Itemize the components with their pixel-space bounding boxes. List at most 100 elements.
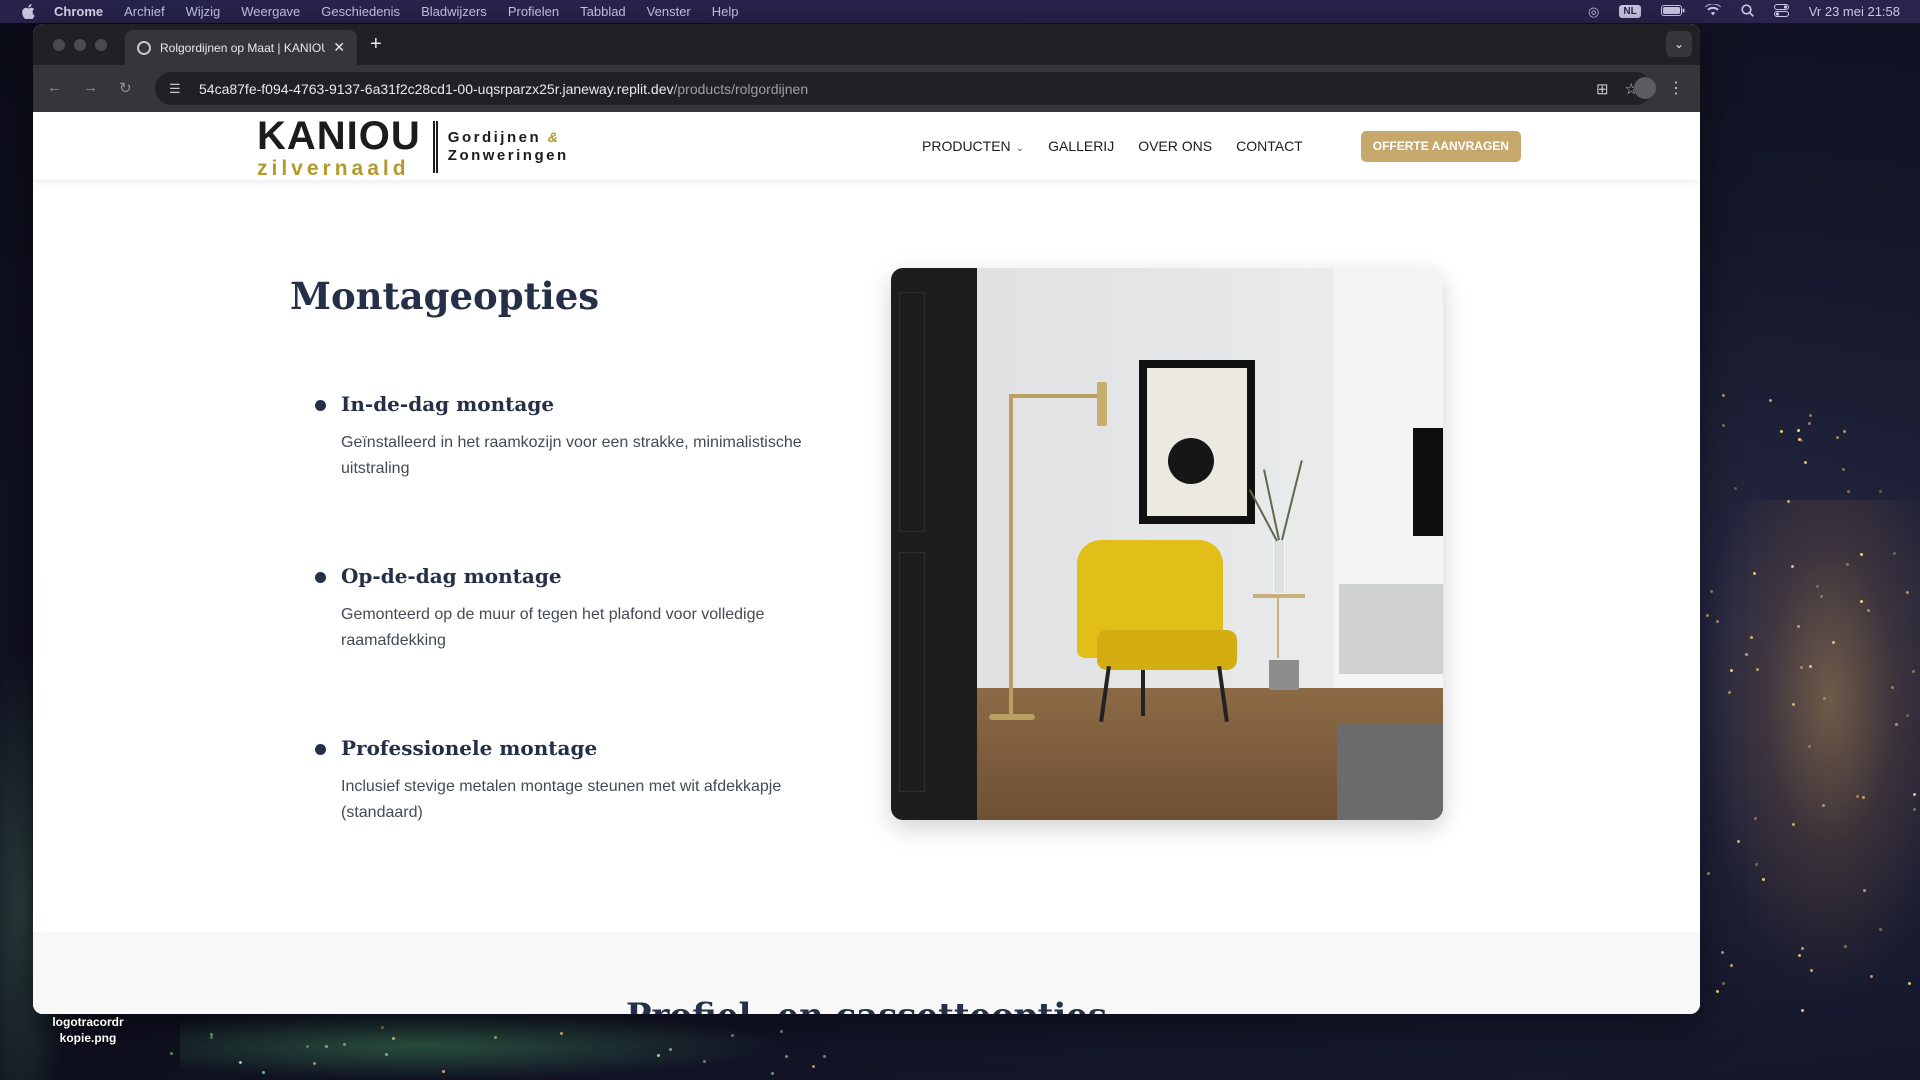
city-light-dot — [170, 1051, 174, 1055]
city-light-dot — [1780, 430, 1784, 434]
mounting-option: Professionele montage Inclusief stevige … — [315, 736, 835, 826]
spotlight-search-icon[interactable] — [1741, 3, 1754, 20]
city-light-dot — [1862, 888, 1866, 892]
menu-archief[interactable]: Archief — [124, 4, 164, 19]
city-light-dot — [1750, 635, 1754, 639]
nav-about[interactable]: OVER ONS — [1138, 138, 1212, 154]
option-title: In-de-dag montage — [341, 392, 555, 416]
menu-geschiedenis[interactable]: Geschiedenis — [321, 4, 400, 19]
zoom-window-button[interactable] — [95, 39, 107, 51]
close-window-button[interactable] — [53, 39, 65, 51]
main-nav: PRODUCTEN ⌄ GALLERIJ OVER ONS CONTACT OFF… — [922, 112, 1521, 180]
site-settings-icon[interactable]: ☰ — [169, 81, 185, 97]
menu-weergave[interactable]: Weergave — [241, 4, 300, 19]
city-light-dot — [1786, 499, 1790, 503]
option-description: Geïnstalleerd in het raamkozijn voor een… — [341, 434, 802, 477]
reload-icon[interactable]: ↻ — [119, 79, 132, 97]
browser-menu-icon[interactable]: ⋮ — [1668, 78, 1684, 98]
city-light-dot — [1807, 421, 1811, 425]
logo-tagline-2: Zonweringen — [447, 147, 569, 164]
bullet-dot — [315, 572, 326, 583]
city-light-dot — [1879, 489, 1883, 493]
menu-venster[interactable]: Venster — [647, 4, 691, 19]
city-light-dot — [1808, 413, 1812, 417]
menu-bladwijzers[interactable]: Bladwijzers — [421, 4, 487, 19]
forward-arrow-icon[interactable]: → — [83, 79, 98, 96]
tab-search-chevron-icon[interactable]: ⌄ — [1666, 31, 1692, 57]
city-light-dot — [1842, 468, 1846, 472]
city-light-dot — [1846, 562, 1850, 566]
section-title-profile: Profiel- en cassetteopties — [33, 996, 1700, 1014]
desktop-file-label[interactable]: logotracordr kopie.png — [36, 1014, 140, 1046]
city-light-dot — [1797, 438, 1801, 442]
city-light-dot — [559, 1031, 563, 1035]
menubar-clock[interactable]: Vr 23 mei 21:58 — [1809, 4, 1900, 19]
address-bar[interactable]: ☰ 54ca87fe-f094-4763-9137-6a31f2c28cd1-0… — [155, 72, 1652, 105]
option-description: Gemonteerd op de muur of tegen het plafo… — [341, 606, 765, 649]
site-logo[interactable]: KANIOU zilvernaald Gordijnen & Zonwering… — [257, 113, 569, 179]
new-tab-icon[interactable]: + — [370, 33, 382, 56]
globe-icon — [137, 40, 151, 55]
photo-tv — [1413, 428, 1443, 536]
input-source-badge[interactable]: NL — [1619, 5, 1641, 18]
city-light-dot — [1744, 652, 1748, 656]
nav-gallery[interactable]: GALLERIJ — [1048, 138, 1114, 154]
city-light-dot — [823, 1055, 827, 1059]
photo-vase — [1273, 538, 1285, 594]
city-light-dot — [1815, 584, 1819, 588]
mounting-option: Op-de-dag montage Gemonteerd op de muur … — [315, 564, 835, 654]
city-light-dot — [1727, 690, 1731, 694]
logo-tagline-1: Gordijnen — [447, 129, 542, 146]
browser-tab-active[interactable]: Rolgordijnen op Maat | KANIOU ✕ — [125, 30, 357, 65]
logo-ampersand: & — [547, 129, 561, 145]
translate-icon[interactable]: ⊞ — [1596, 80, 1609, 98]
logo-subname: zilvernaald — [257, 156, 410, 180]
city-light-dot — [1821, 804, 1825, 807]
option-title: Op-de-dag montage — [341, 564, 562, 588]
macos-menubar: Chrome Archief Wijzig Weergave Geschiede… — [0, 0, 1920, 23]
url-host: 54ca87fe-f094-4763-9137-6a31f2c28cd1-00-… — [199, 80, 674, 97]
nav-contact[interactable]: CONTACT — [1236, 138, 1303, 154]
city-light-dot — [1801, 1008, 1805, 1012]
apple-icon[interactable] — [20, 4, 36, 20]
city-light-dot — [1809, 969, 1813, 973]
city-light-dot — [306, 1044, 310, 1048]
photo-floor-lamp — [1009, 394, 1013, 716]
request-quote-button[interactable]: OFFERTE AANVRAGEN — [1360, 130, 1521, 162]
city-light-dot — [1807, 744, 1811, 748]
profile-avatar-icon[interactable] — [1634, 77, 1656, 99]
menu-profielen[interactable]: Profielen — [508, 4, 559, 19]
bullet-dot — [315, 400, 326, 411]
city-light-dot — [343, 1042, 347, 1046]
photo-cabinet — [1339, 584, 1443, 674]
vpn-icon[interactable]: ◎ — [1588, 4, 1599, 20]
city-light-dot — [1798, 953, 1802, 957]
city-light-dot — [1722, 424, 1726, 428]
city-light-dot — [1843, 429, 1847, 433]
photo-art-frame — [1139, 360, 1255, 524]
battery-icon[interactable] — [1660, 4, 1685, 19]
city-light-dot — [384, 1052, 388, 1056]
web-page: KANIOU zilvernaald Gordijnen & Zonwering… — [33, 112, 1700, 1014]
control-center-icon[interactable] — [1773, 3, 1789, 20]
browser-toolbar: ← → ↻ ☰ 54ca87fe-f094-4763-9137-6a31f2c2… — [33, 65, 1700, 112]
bullet-dot — [315, 744, 326, 755]
close-tab-icon[interactable]: ✕ — [333, 39, 345, 56]
city-light-dot — [441, 1069, 445, 1073]
city-light-dot — [1722, 393, 1726, 397]
menu-app-name[interactable]: Chrome — [54, 4, 103, 19]
minimize-window-button[interactable] — [74, 39, 86, 51]
back-arrow-icon[interactable]: ← — [47, 79, 62, 96]
menu-tabblad[interactable]: Tabblad — [580, 4, 626, 19]
photo-side-table — [1253, 594, 1305, 598]
city-light-dot — [1822, 696, 1826, 700]
menu-wijzig[interactable]: Wijzig — [186, 4, 221, 19]
city-light-dot — [312, 1061, 316, 1065]
wifi-icon[interactable] — [1704, 3, 1721, 19]
city-light-dot — [210, 1035, 214, 1039]
nav-products[interactable]: PRODUCTEN ⌄ — [922, 138, 1024, 154]
menu-help[interactable]: Help — [712, 4, 739, 19]
nav-products-label: PRODUCTEN — [922, 138, 1011, 154]
section-title-mounting: Montageopties — [290, 274, 600, 318]
logo-name: KANIOU — [257, 113, 421, 158]
